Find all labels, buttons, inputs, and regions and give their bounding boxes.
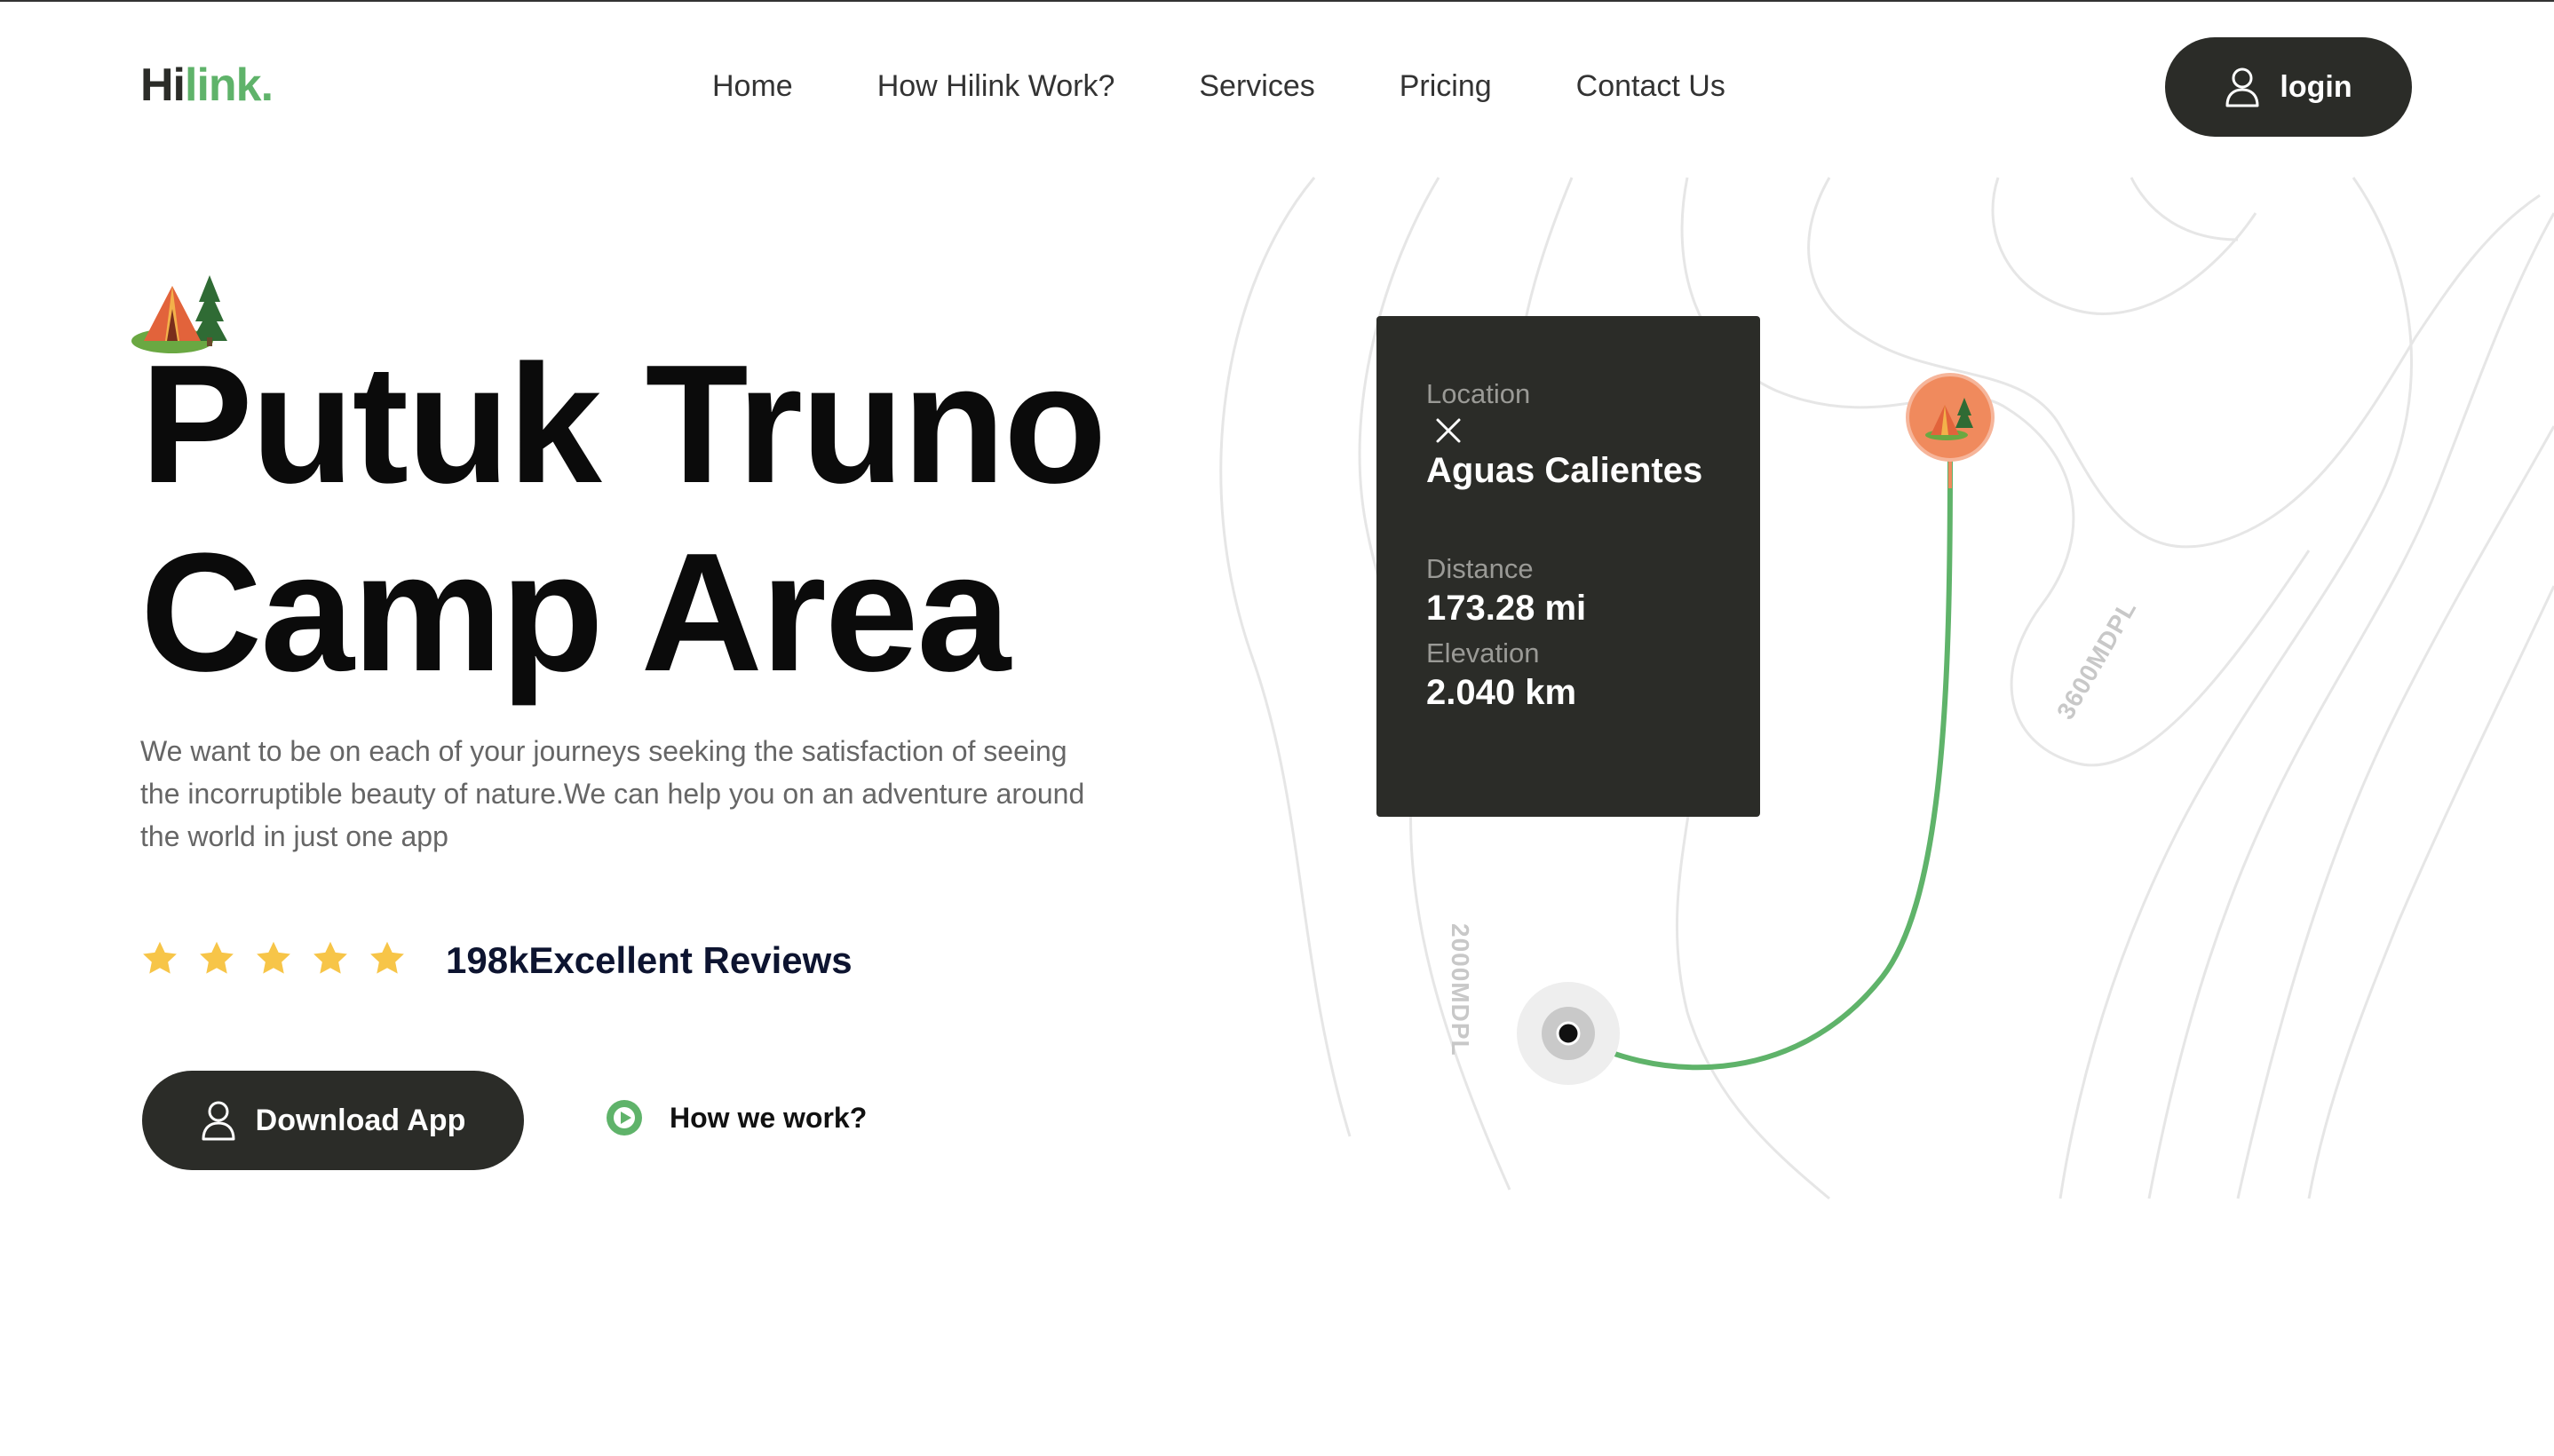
location-card: Location Aguas Calientes Distance 173.28…	[1376, 316, 1760, 817]
distance-label: Distance	[1426, 553, 1534, 584]
logo[interactable]: Hilink.	[140, 59, 274, 112]
hero-title-line-2: Camp Area	[140, 518, 1011, 707]
logo-part-2: link.	[185, 59, 274, 111]
rating-stars	[140, 939, 407, 978]
star-icon	[313, 941, 347, 974]
hero-description: We want to be on each of your journeys s…	[140, 735, 1085, 852]
location-value: Aguas Calientes	[1426, 451, 1703, 490]
contour-label-2000: 2000MDPL	[1447, 923, 1474, 1056]
close-icon[interactable]	[1435, 417, 1462, 444]
nav-how-hilink-work[interactable]: How Hilink Work?	[877, 69, 1115, 104]
topographic-map	[1219, 177, 2554, 1200]
star-icon	[143, 941, 177, 974]
map-pin-icon[interactable]	[1906, 373, 1995, 488]
main-nav: Home How Hilink Work? Services Pricing C…	[712, 69, 1810, 104]
download-app-button[interactable]: Download App	[142, 1071, 524, 1170]
download-app-label: Download App	[255, 1103, 466, 1137]
elevation-label: Elevation	[1426, 637, 1540, 669]
user-icon	[202, 1101, 235, 1141]
how-we-work-label: How we work?	[670, 1101, 868, 1134]
hero-title: Putuk Truno Camp Area	[140, 330, 1106, 707]
login-label: login	[2280, 69, 2352, 104]
play-icon	[607, 1100, 642, 1136]
how-we-work-button[interactable]: How we work?	[606, 1099, 867, 1136]
user-icon	[2225, 67, 2259, 107]
star-icon	[257, 941, 290, 974]
star-icon	[200, 941, 234, 974]
nav-home[interactable]: Home	[712, 69, 793, 104]
hero-title-line-1: Putuk Truno	[140, 330, 1106, 518]
top-border	[0, 0, 2554, 2]
nav-pricing[interactable]: Pricing	[1400, 69, 1492, 104]
reviews-count: 198kExcellent Reviews	[446, 939, 853, 981]
elevation-value: 2.040 km	[1426, 673, 1577, 712]
distance-value: 173.28 mi	[1426, 589, 1587, 628]
start-point-marker[interactable]	[1515, 980, 1622, 1087]
nav-contact-us[interactable]: Contact Us	[1576, 69, 1725, 104]
logo-part-1: Hi	[140, 59, 186, 111]
star-icon	[370, 941, 404, 974]
location-label: Location	[1426, 378, 1531, 409]
login-button[interactable]: login	[2165, 37, 2412, 137]
nav-services[interactable]: Services	[1199, 69, 1314, 104]
